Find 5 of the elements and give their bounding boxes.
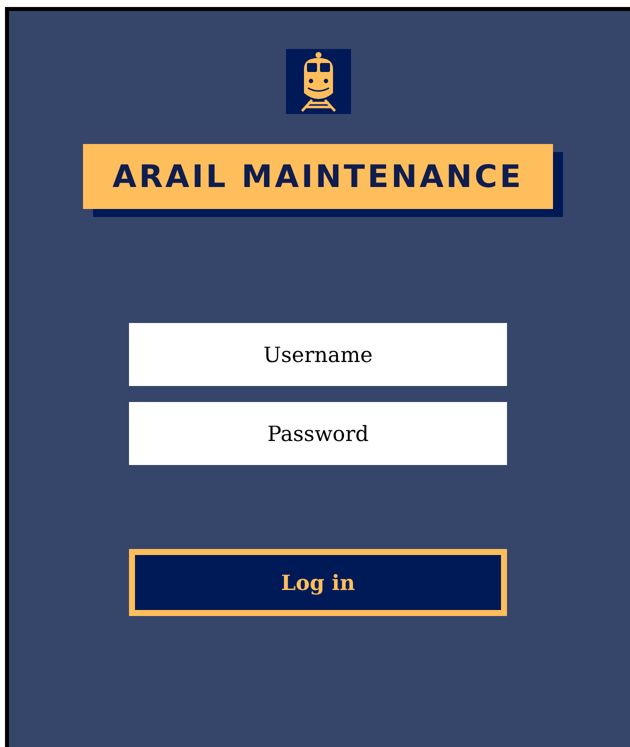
username-field[interactable]: Username bbox=[129, 323, 507, 386]
password-field[interactable]: Password bbox=[129, 402, 507, 465]
app-title: ARAIL MAINTENANCE bbox=[83, 144, 553, 209]
train-icon bbox=[286, 49, 350, 114]
login-button[interactable]: Log in bbox=[129, 549, 507, 616]
